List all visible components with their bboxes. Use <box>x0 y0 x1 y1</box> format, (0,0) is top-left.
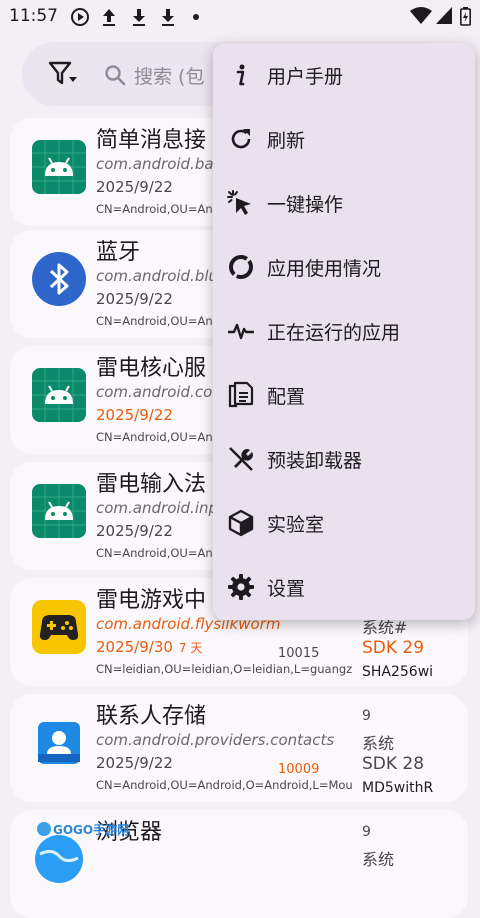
status-bar: 11:57 <box>0 0 480 34</box>
menu-item-debloater[interactable]: 预装卸载器 <box>213 427 475 491</box>
menu-item-label: 用户手册 <box>267 66 344 88</box>
app-date: 2025/9/22 <box>96 754 173 772</box>
menu-item-running-apps[interactable]: 正在运行的应用 <box>213 299 475 363</box>
menu-item-label: 应用使用情况 <box>267 258 382 280</box>
app-title: 联系人存储 <box>96 704 207 729</box>
app-cert: CN=Android,OU=Android,O=Android,L=Mou <box>96 778 353 792</box>
app-title: 雷电游戏中 <box>96 588 207 613</box>
app-title: 雷电核心服 <box>96 356 207 381</box>
play-circle-icon <box>71 8 89 26</box>
app-package: com.android.blu <box>96 267 219 285</box>
app-meta-sdk: SDK 28 <box>362 754 425 774</box>
menu-item-app-usage[interactable]: 应用使用情况 <box>213 235 475 299</box>
app-date: 2025/9/22 <box>96 406 173 424</box>
menu-item-label: 正在运行的应用 <box>267 322 401 344</box>
app-meta-sdk: SDK 29 <box>362 638 425 658</box>
app-package: com.android.inp <box>96 499 219 517</box>
menu-item-labs[interactable]: 实验室 <box>213 491 475 555</box>
android-icon <box>32 484 86 538</box>
app-title: 简单消息接 <box>96 128 207 153</box>
app-meta-version: 9 <box>362 824 371 840</box>
clipboard-icon <box>228 381 254 408</box>
app-package: com.android.bas <box>96 155 222 173</box>
menu-item-settings[interactable]: 设置 <box>213 555 475 619</box>
menu-item-label: 一键操作 <box>267 194 344 216</box>
gogo-logo-icon: GOGO手游网 <box>37 822 129 837</box>
app-title: 蓝牙 <box>96 240 141 265</box>
upload-icon <box>103 9 115 26</box>
menu-item-label: 预装卸载器 <box>267 450 363 472</box>
filter-icon[interactable] <box>48 60 78 88</box>
download-icon <box>133 9 145 26</box>
app-days: 7 天 <box>178 641 203 655</box>
app-date: 2025/9/22 <box>96 290 173 308</box>
signal-icon <box>436 7 452 24</box>
pulse-icon <box>228 323 254 340</box>
cube-icon <box>228 509 254 537</box>
overflow-menu[interactable]: 用户手册 刷新 一键操作 应用使用情况 正在运行的应用 配置 预装卸载器 实验室… <box>213 43 475 620</box>
app-meta-version: 9 <box>362 708 371 724</box>
app-uid: 10015 <box>278 646 320 661</box>
bluetooth-icon <box>32 252 86 306</box>
tap-icon <box>227 190 251 215</box>
gamepad-icon <box>32 600 86 654</box>
menu-item-user-manual[interactable]: 用户手册 <box>213 43 475 107</box>
menu-item-one-click-ops[interactable]: 一键操作 <box>213 171 475 235</box>
dot-icon <box>193 14 199 20</box>
battery-icon <box>460 7 471 26</box>
status-time: 11:57 <box>9 6 58 26</box>
app-meta-type: 系统 <box>362 734 395 753</box>
app-date: 2025/9/30 7 天 <box>96 638 202 656</box>
info-icon <box>236 64 245 86</box>
app-package: com.android.cor <box>96 383 219 401</box>
app-meta-type: 系统 <box>362 850 395 869</box>
no-build-icon <box>229 447 253 471</box>
menu-item-refresh[interactable]: 刷新 <box>213 107 475 171</box>
menu-item-label: 刷新 <box>267 130 306 152</box>
gear-icon <box>228 574 254 600</box>
search-input[interactable]: 搜索 (包 <box>134 62 204 89</box>
app-date: 2025/9/22 <box>96 178 173 196</box>
watermark-logo: GOGO手游网 <box>36 818 136 844</box>
menu-item-label: 实验室 <box>267 514 325 536</box>
app-date: 2025/9/22 <box>96 522 173 540</box>
menu-item-label: 设置 <box>267 578 306 600</box>
app-meta-sig: SHA256wi <box>362 664 434 680</box>
download-icon-2 <box>162 9 174 26</box>
wifi-icon <box>410 7 432 24</box>
menu-item-label: 配置 <box>267 386 306 408</box>
app-cert: CN=leidian,OU=leidian,O=leidian,L=guangz <box>96 662 353 676</box>
refresh-icon <box>231 129 251 149</box>
watermark-text: GOGO手游网 <box>53 822 129 837</box>
menu-item-profiles[interactable]: 配置 <box>213 363 475 427</box>
app-list-item[interactable]: 联系人存储 com.android.providers.contacts 202… <box>10 694 468 802</box>
app-uid: 10009 <box>278 762 320 777</box>
android-icon <box>32 368 86 422</box>
app-meta-sig: MD5withR <box>362 780 434 796</box>
app-package: com.android.providers.contacts <box>96 731 335 749</box>
app-date-value: 2025/9/30 <box>96 638 173 656</box>
app-title: 雷电输入法 <box>96 472 207 497</box>
contacts-icon <box>38 722 80 764</box>
android-icon <box>32 140 86 194</box>
donut-chart-icon <box>229 255 253 279</box>
search-icon <box>105 65 126 86</box>
